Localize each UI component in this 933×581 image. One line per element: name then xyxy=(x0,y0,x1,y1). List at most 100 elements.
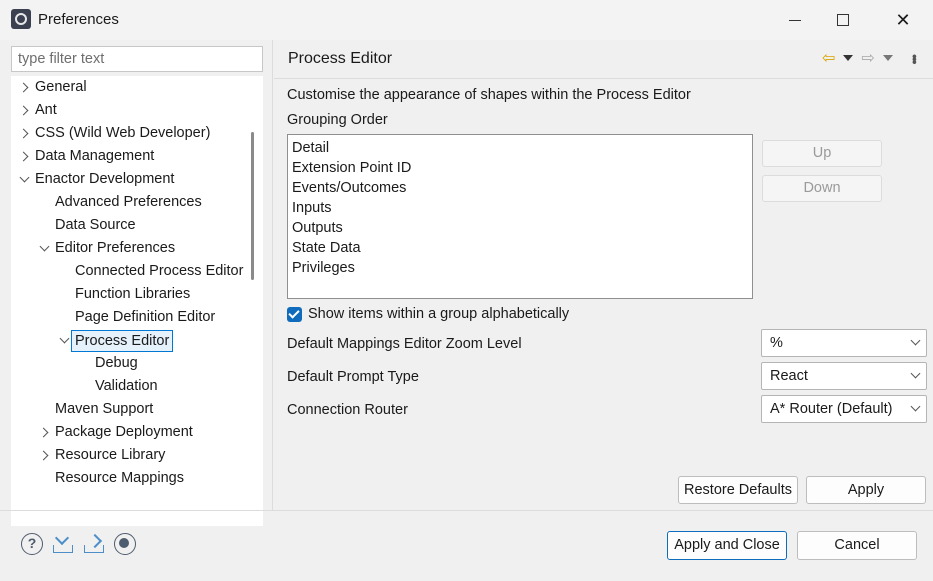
prompt-type-label: Default Prompt Type xyxy=(287,369,419,385)
close-button[interactable]: ✕ xyxy=(880,0,926,40)
help-icon[interactable]: ? xyxy=(21,533,43,555)
list-item[interactable]: Extension Point ID xyxy=(292,158,748,178)
tree-item[interactable]: Connected Process Editor xyxy=(11,260,251,283)
alphabetical-checkbox[interactable] xyxy=(287,306,302,322)
grouping-order-label: Grouping Order xyxy=(287,112,388,128)
tree-item[interactable]: Function Libraries xyxy=(11,283,251,306)
chevron-right-icon[interactable] xyxy=(17,99,31,122)
tree-item[interactable]: Debug xyxy=(11,352,251,375)
cancel-button[interactable]: Cancel xyxy=(797,531,917,560)
chevron-down-icon xyxy=(908,331,922,354)
tree-item-label: Data Management xyxy=(35,148,155,164)
tree-item-label: Advanced Preferences xyxy=(55,194,202,210)
prompt-type-value: React xyxy=(770,368,808,384)
forward-history-dropdown-icon[interactable] xyxy=(882,55,893,61)
down-button[interactable]: Down xyxy=(762,175,882,202)
zoom-level-value: % xyxy=(770,335,783,351)
tree-item-label: Validation xyxy=(95,378,158,394)
grouping-order-list[interactable]: Detail Extension Point ID Events/Outcomes I… xyxy=(287,134,753,299)
tree-item[interactable]: CSS (Wild Web Developer) xyxy=(11,122,251,145)
back-history-dropdown-icon[interactable] xyxy=(843,55,854,61)
window-title: Preferences xyxy=(38,11,119,28)
list-item[interactable]: Events/Outcomes xyxy=(292,178,748,198)
page-navigation: ⇦ ⇨ ••• xyxy=(822,48,923,68)
tree-item[interactable]: Resource Mappings xyxy=(11,467,251,490)
apply-and-close-button[interactable]: Apply and Close xyxy=(667,531,787,560)
list-item[interactable]: State Data xyxy=(292,238,748,258)
tree-item-label: Page Definition Editor xyxy=(75,309,216,325)
chevron-right-icon[interactable] xyxy=(17,145,31,168)
footer-separator xyxy=(0,510,933,511)
view-menu-icon[interactable]: ••• xyxy=(907,54,923,63)
tree-item-label: Function Libraries xyxy=(75,286,191,302)
chevron-right-icon[interactable] xyxy=(17,122,31,145)
app-icon xyxy=(11,9,31,29)
tree-item-label: CSS (Wild Web Developer) xyxy=(35,125,211,141)
up-button[interactable]: Up xyxy=(762,140,882,167)
tree-item-label: Connected Process Editor xyxy=(75,263,244,279)
preference-page: Process Editor ⇦ ⇨ ••• Customise the app… xyxy=(274,40,933,510)
tree-item[interactable]: Advanced Preferences xyxy=(11,191,251,214)
chevron-down-icon[interactable] xyxy=(57,329,71,352)
page-description: Customise the appearance of shapes withi… xyxy=(287,87,691,103)
chevron-down-icon xyxy=(908,364,922,387)
tree-item-label: Resource Mappings xyxy=(55,470,184,486)
panel-divider[interactable] xyxy=(272,40,273,510)
chevron-down-icon[interactable] xyxy=(17,168,31,191)
alphabetical-checkbox-label: Show items within a group alphabetically xyxy=(308,306,570,322)
tree-item[interactable]: Enactor Development xyxy=(11,168,251,191)
connection-router-select[interactable]: A* Router (Default) xyxy=(761,395,927,423)
tree-item-label: Editor Preferences xyxy=(55,240,176,256)
list-item[interactable]: Privileges xyxy=(292,258,748,278)
preference-tree[interactable]: Resource Mappings Resource Library Package… xyxy=(11,76,263,526)
chevron-right-icon[interactable] xyxy=(17,76,31,99)
list-item[interactable]: Inputs xyxy=(292,198,748,218)
tree-item[interactable]: Process Editor xyxy=(11,329,251,352)
record-icon[interactable] xyxy=(114,533,136,555)
tree-item-label: Resource Library xyxy=(55,447,166,463)
minimize-button[interactable] xyxy=(772,0,818,40)
tree-item[interactable]: Resource Library xyxy=(11,444,251,467)
connection-router-value: A* Router (Default) xyxy=(770,401,893,417)
alphabetical-checkbox-row[interactable]: Show items within a group alphabetically xyxy=(287,305,569,323)
minimize-icon xyxy=(789,19,801,21)
chevron-down-icon xyxy=(908,397,922,420)
tree-item[interactable]: Package Deployment xyxy=(11,421,251,444)
apply-button[interactable]: Apply xyxy=(806,476,926,504)
tree-item[interactable]: Maven Support xyxy=(11,398,251,421)
close-icon: ✕ xyxy=(895,9,911,30)
tree-item[interactable]: Validation xyxy=(11,375,251,398)
filter-input[interactable] xyxy=(11,46,263,72)
tree-item[interactable]: Data Source xyxy=(11,214,251,237)
chevron-right-icon[interactable] xyxy=(37,444,51,467)
forward-arrow-icon[interactable]: ⇨ xyxy=(861,48,874,68)
chevron-right-icon[interactable] xyxy=(37,421,51,444)
tree-item-label: Ant xyxy=(35,102,57,118)
tree-item[interactable]: Editor Preferences xyxy=(11,237,251,260)
tree-item[interactable]: Ant xyxy=(11,99,251,122)
tree-item[interactable]: Page Definition Editor xyxy=(11,306,251,329)
tree-item-label: Package Deployment xyxy=(55,424,193,440)
page-title: Process Editor xyxy=(288,50,393,67)
maximize-icon xyxy=(837,14,849,26)
prompt-type-select[interactable]: React xyxy=(761,362,927,390)
tree-item-label: Process Editor xyxy=(71,330,174,352)
chevron-down-icon[interactable] xyxy=(37,237,51,260)
preferences-navigation-panel: Resource Mappings Resource Library Package… xyxy=(0,40,272,526)
zoom-level-select[interactable]: % xyxy=(761,329,927,357)
connection-router-label: Connection Router xyxy=(287,402,408,418)
tree-item[interactable]: Data Management xyxy=(11,145,251,168)
back-arrow-icon[interactable]: ⇦ xyxy=(822,48,835,68)
list-item[interactable]: Detail xyxy=(292,138,748,158)
title-bar: Preferences ✕ xyxy=(0,0,933,40)
tree-item[interactable]: General xyxy=(11,76,251,99)
zoom-level-label: Default Mappings Editor Zoom Level xyxy=(287,336,522,352)
import-icon[interactable] xyxy=(52,530,74,555)
list-item[interactable]: Outputs xyxy=(292,218,748,238)
tree-item-label: Data Source xyxy=(55,217,136,233)
maximize-button[interactable] xyxy=(820,0,866,40)
restore-defaults-button[interactable]: Restore Defaults xyxy=(678,476,798,504)
export-icon[interactable] xyxy=(83,533,105,555)
tree-vertical-scrollbar[interactable] xyxy=(251,132,254,280)
title-separator xyxy=(274,78,933,79)
